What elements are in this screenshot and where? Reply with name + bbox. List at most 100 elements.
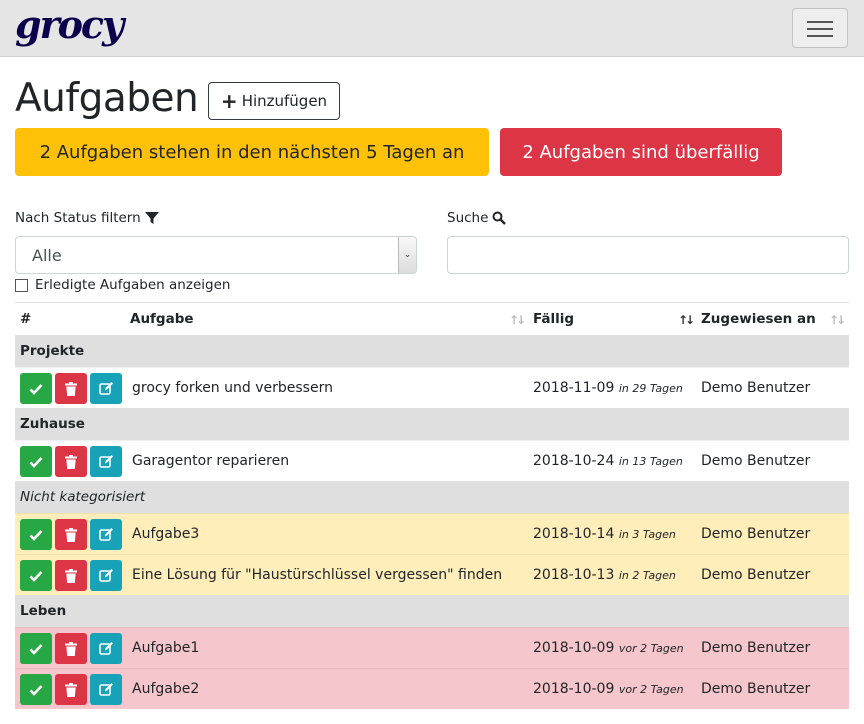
row-actions xyxy=(20,446,122,477)
group-row: Projekte xyxy=(15,335,849,367)
task-due-relative: vor 2 Tagen xyxy=(618,642,684,655)
column-header-num[interactable]: # xyxy=(20,311,31,327)
row-actions xyxy=(20,373,122,404)
track-button[interactable] xyxy=(20,373,52,404)
show-done-checkbox[interactable] xyxy=(15,278,28,292)
delete-button[interactable] xyxy=(55,446,87,477)
hamburger-icon xyxy=(807,35,833,37)
edit-button[interactable] xyxy=(90,446,122,477)
row-actions xyxy=(20,674,122,705)
due-soon-alert[interactable]: 2 Aufgaben stehen in den nächsten 5 Tage… xyxy=(15,128,489,176)
track-button[interactable] xyxy=(20,560,52,591)
show-done-label: Erledigte Aufgaben anzeigen xyxy=(35,277,231,293)
navbar: grocy xyxy=(0,0,864,57)
search-label: Suche xyxy=(447,210,507,226)
search-input[interactable] xyxy=(447,236,849,274)
task-assigned: Demo Benutzer xyxy=(701,526,811,542)
task-name: grocy forken und verbessern xyxy=(132,380,333,396)
delete-button[interactable] xyxy=(55,519,87,550)
table-header: # Aufgabe ↑↓ Fällig ↑↓ Zugewiesen an ↑↓ xyxy=(15,303,849,335)
edit-button[interactable] xyxy=(90,373,122,404)
table-row: Garagentor reparieren 2018-10-24 in 13 T… xyxy=(15,440,849,481)
trash-icon xyxy=(65,527,77,542)
chevron-down-icon[interactable]: ⌄ xyxy=(398,237,416,273)
task-name: Eine Lösung für "Haustürschlüssel verges… xyxy=(132,567,503,583)
column-header-due[interactable]: Fällig xyxy=(533,311,574,327)
overdue-alert[interactable]: 2 Aufgaben sind überfällig xyxy=(500,128,782,176)
status-filter-select[interactable]: Alle ⌄ xyxy=(15,236,417,274)
column-header-assigned[interactable]: Zugewiesen an xyxy=(701,311,816,327)
task-due: 2018-10-09 vor 2 Tagen xyxy=(533,681,684,697)
add-task-button[interactable]: + Hinzufügen xyxy=(208,82,340,120)
track-button[interactable] xyxy=(20,446,52,477)
show-done-toggle[interactable]: Erledigte Aufgaben anzeigen xyxy=(15,277,230,293)
delete-button[interactable] xyxy=(55,560,87,591)
task-assigned: Demo Benutzer xyxy=(701,640,811,656)
filter-icon xyxy=(144,212,159,224)
brand-logo[interactable]: grocy xyxy=(15,3,124,47)
sort-icon[interactable]: ↑↓ xyxy=(509,313,526,327)
group-row: Zuhause xyxy=(15,408,849,440)
sort-icon[interactable]: ↑↓ xyxy=(678,313,695,327)
edit-button[interactable] xyxy=(90,519,122,550)
task-name: Aufgabe3 xyxy=(132,526,200,542)
status-filter-text: Nach Status filtern xyxy=(15,210,141,226)
edit-icon xyxy=(98,528,113,541)
edit-icon xyxy=(98,455,113,468)
task-due-relative: in 2 Tagen xyxy=(618,569,676,582)
task-due: 2018-10-24 in 13 Tagen xyxy=(533,453,683,469)
table-row: Aufgabe2 2018-10-09 vor 2 Tagen Demo Ben… xyxy=(15,668,849,709)
edit-button[interactable] xyxy=(90,633,122,664)
table-row: Aufgabe3 2018-10-14 in 3 Tagen Demo Benu… xyxy=(15,513,849,554)
task-due-date: 2018-10-24 xyxy=(533,453,615,469)
status-filter-label: Nach Status filtern xyxy=(15,210,159,226)
menu-toggle-button[interactable] xyxy=(792,8,848,48)
delete-button[interactable] xyxy=(55,674,87,705)
edit-icon xyxy=(98,382,113,395)
check-icon xyxy=(29,684,43,696)
task-name: Aufgabe1 xyxy=(132,640,200,656)
plus-icon: + xyxy=(220,89,238,113)
task-due-date: 2018-10-14 xyxy=(533,526,615,542)
search-icon xyxy=(492,211,507,225)
track-button[interactable] xyxy=(20,674,52,705)
check-icon xyxy=(29,383,43,395)
edit-icon xyxy=(98,683,113,696)
trash-icon xyxy=(65,641,77,656)
edit-button[interactable] xyxy=(90,674,122,705)
status-filter-value: Alle xyxy=(32,245,62,265)
add-task-label: Hinzufügen xyxy=(241,92,328,110)
table-row: Aufgabe1 2018-10-09 vor 2 Tagen Demo Ben… xyxy=(15,627,849,668)
column-header-task[interactable]: Aufgabe xyxy=(130,311,194,327)
task-name: Garagentor reparieren xyxy=(132,453,290,469)
task-assigned: Demo Benutzer xyxy=(701,567,811,583)
group-row: Leben xyxy=(15,595,849,627)
trash-icon xyxy=(65,682,77,697)
check-icon xyxy=(29,456,43,468)
trash-icon xyxy=(65,381,77,396)
page-title: Aufgaben xyxy=(15,76,199,121)
track-button[interactable] xyxy=(20,519,52,550)
sort-icon[interactable]: ↑↓ xyxy=(829,313,846,327)
row-actions xyxy=(20,560,122,591)
row-actions xyxy=(20,519,122,550)
task-due: 2018-10-09 vor 2 Tagen xyxy=(533,640,684,656)
table-row: grocy forken und verbessern 2018-11-09 i… xyxy=(15,367,849,408)
task-due-date: 2018-11-09 xyxy=(533,380,615,396)
search-label-text: Suche xyxy=(447,210,489,226)
delete-button[interactable] xyxy=(55,373,87,404)
row-actions xyxy=(20,633,122,664)
check-icon xyxy=(29,570,43,582)
edit-icon xyxy=(98,642,113,655)
task-assigned: Demo Benutzer xyxy=(701,681,811,697)
table-row: Eine Lösung für "Haustürschlüssel verges… xyxy=(15,554,849,595)
track-button[interactable] xyxy=(20,633,52,664)
task-due: 2018-10-14 in 3 Tagen xyxy=(533,526,676,542)
trash-icon xyxy=(65,454,77,469)
check-icon xyxy=(29,529,43,541)
task-due: 2018-10-13 in 2 Tagen xyxy=(533,567,676,583)
trash-icon xyxy=(65,568,77,583)
delete-button[interactable] xyxy=(55,633,87,664)
edit-button[interactable] xyxy=(90,560,122,591)
task-due-relative: vor 2 Tagen xyxy=(618,683,684,696)
